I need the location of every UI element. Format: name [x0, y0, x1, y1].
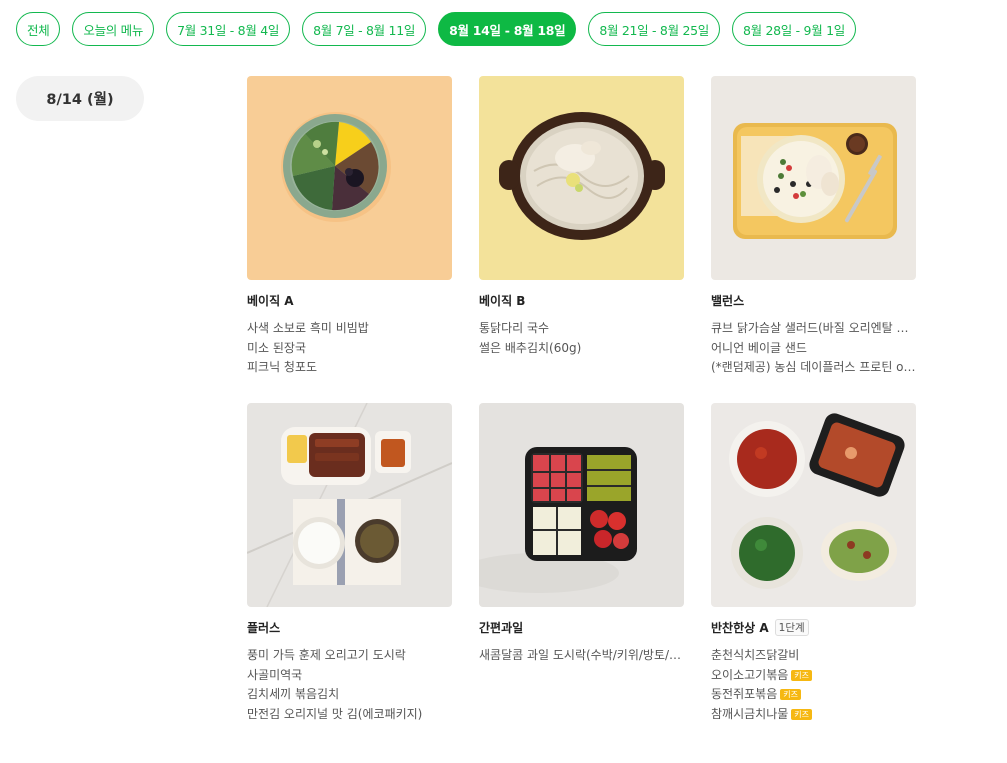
menu-item: 동전쥐포볶음 키즈: [711, 685, 916, 705]
chicken-noodle-pot-image: [479, 76, 684, 280]
menu-item: 피크닉 청포도: [247, 360, 318, 374]
card-title: 베이직 B: [479, 293, 526, 308]
stage-badge: 1단계: [774, 618, 809, 636]
menu-item-list: 사색 소보로 흑미 비빔밥 미소 된장국 피크닉 청포도: [247, 319, 452, 378]
menu-item: 새콤달콤 과일 도시락(수박/키위/방토/바나나): [479, 648, 684, 662]
menu-item: (*랜덤제공) 농심 데이플러스 프로틴 or 오트밀크: [711, 360, 916, 374]
fruit-box-image: [479, 403, 684, 607]
card-title: 플러스: [247, 620, 281, 635]
menu-item: 만전김 오리지널 맛 김(에코패키지): [247, 706, 423, 721]
menu-item: 참깨시금치나물 키즈: [711, 705, 916, 725]
menu-card-plus[interactable]: 플러스 풍미 가득 훈제 오리고기 도시락 사골미역국 김치세끼 볶음김치 만전…: [247, 403, 452, 724]
menu-item: 썰은 배추김치(60g): [479, 340, 582, 355]
menu-card-balance[interactable]: 밸런스 큐브 닭가슴살 샐러드(바질 오리엔탈 드레싱) 어니언 베이글 샌드 …: [711, 76, 916, 378]
week-tabs: 전체 오늘의 메뉴 7월 31일 - 8월 4일 8월 7일 - 8월 11일 …: [16, 12, 856, 46]
menu-item: 어니언 베이글 샌드: [711, 340, 807, 355]
kids-badge: 키즈: [780, 689, 801, 700]
card-title: 반찬한상 A 1단계: [711, 618, 916, 636]
menu-item-list: 풍미 가득 훈제 오리고기 도시락 사골미역국 김치세끼 볶음김치 만전김 오리…: [247, 646, 452, 724]
salad-tray-image: [711, 76, 916, 280]
kids-badge: 키즈: [791, 669, 813, 681]
menu-card-fruit[interactable]: 간편과일 새콤달콤 과일 도시락(수박/키위/방토/바나나): [479, 403, 684, 666]
tab-week-0807[interactable]: 8월 7일 - 8월 11일: [302, 12, 427, 46]
menu-item: 통닭다리 국수: [479, 321, 550, 335]
menu-item: 사색 소보로 흑미 비빔밥: [247, 321, 369, 335]
kids-badge: 키즈: [791, 708, 813, 720]
tab-week-0814[interactable]: 8월 14일 - 8월 18일: [438, 12, 577, 46]
menu-item: 김치세끼 볶음김치: [247, 687, 340, 701]
menu-item-list: 큐브 닭가슴살 샐러드(바질 오리엔탈 드레싱) 어니언 베이글 샌드 (*랜덤…: [711, 319, 916, 378]
bibimbap-bowl-image: [247, 76, 452, 280]
card-title: 간편과일: [479, 620, 524, 635]
smoked-duck-lunchbox-image: [247, 403, 452, 607]
menu-item: 풍미 가득 훈제 오리고기 도시락: [247, 648, 406, 662]
menu-item: 사골미역국: [247, 667, 303, 682]
menu-card-basic-b[interactable]: 베이직 B 통닭다리 국수 썰은 배추김치(60g): [479, 76, 684, 358]
menu-item: 큐브 닭가슴살 샐러드(바질 오리엔탈 드레싱): [711, 321, 916, 335]
menu-item-list: 새콤달콤 과일 도시락(수박/키위/방토/바나나): [479, 646, 684, 666]
card-title: 베이직 A: [247, 293, 294, 308]
tab-today[interactable]: 오늘의 메뉴: [72, 12, 155, 46]
menu-item: 오이소고기볶음 키즈: [711, 666, 916, 686]
card-title: 밸런스: [711, 293, 745, 308]
tab-week-0731[interactable]: 7월 31일 - 8월 4일: [166, 12, 291, 46]
menu-card-banchan-a[interactable]: 반찬한상 A 1단계 춘천식치즈닭갈비 오이소고기볶음 키즈 동전쥐포볶음 키즈 참…: [711, 403, 916, 724]
menu-item: 춘천식치즈닭갈비: [711, 648, 800, 662]
menu-item-list: 춘천식치즈닭갈비 오이소고기볶음 키즈 동전쥐포볶음 키즈 참깨시금치나물 키즈: [711, 646, 916, 724]
date-label: 8/14 (월): [16, 76, 144, 121]
side-dishes-image: [711, 403, 916, 607]
menu-item: 미소 된장국: [247, 340, 307, 355]
tab-week-0828[interactable]: 8월 28일 - 9월 1일: [731, 12, 856, 46]
menu-card-basic-a[interactable]: 베이직 A 사색 소보로 흑미 비빔밥 미소 된장국 피크닉 청포도: [247, 76, 452, 378]
menu-item-list: 통닭다리 국수 썰은 배추김치(60g): [479, 319, 684, 358]
tab-all[interactable]: 전체: [16, 12, 61, 46]
tab-week-0821[interactable]: 8월 21일 - 8월 25일: [588, 12, 720, 46]
